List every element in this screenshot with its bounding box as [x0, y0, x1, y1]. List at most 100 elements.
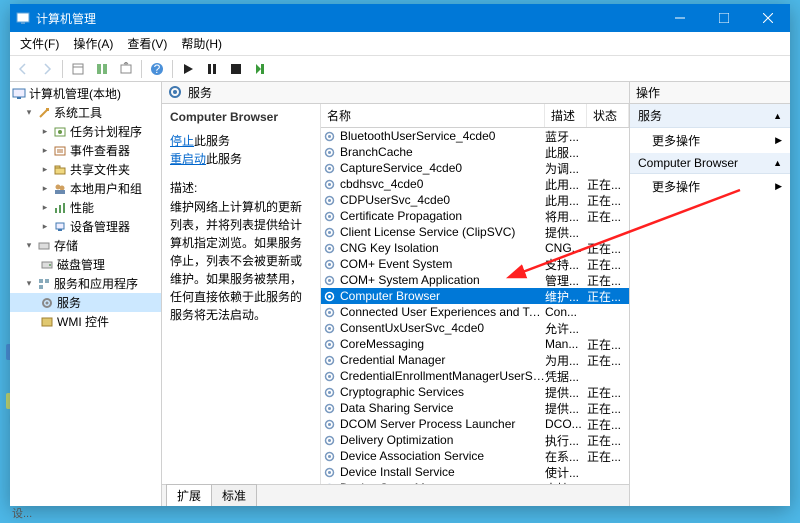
table-row[interactable]: cbdhsvc_4cde0此用...正在... — [321, 176, 629, 192]
pause-icon[interactable] — [201, 58, 223, 80]
tree-item[interactable]: ▸性能 — [10, 198, 161, 217]
item-icon — [53, 220, 67, 234]
back-button[interactable] — [12, 58, 34, 80]
tree-item[interactable]: ▸事件查看器 — [10, 141, 161, 160]
start-icon[interactable] — [177, 58, 199, 80]
minimize-button[interactable] — [658, 4, 702, 32]
expand-icon[interactable]: ▸ — [40, 203, 50, 213]
actions-more-1[interactable]: 更多操作▶ — [630, 128, 790, 153]
gear-icon — [323, 305, 337, 319]
tree-item[interactable]: ▸设备管理器 — [10, 217, 161, 236]
expand-icon[interactable]: ▸ — [40, 184, 50, 194]
menu-action[interactable]: 操作(A) — [67, 33, 119, 54]
menu-file[interactable]: 文件(F) — [14, 33, 65, 54]
col-name[interactable]: 名称 — [321, 104, 545, 127]
actions-section-selected[interactable]: Computer Browser▲ — [630, 153, 790, 174]
tree-item[interactable]: ▸任务计划程序 — [10, 122, 161, 141]
restart-icon[interactable] — [249, 58, 271, 80]
table-row[interactable]: Device Setup Manager支持... — [321, 480, 629, 484]
stop-link[interactable]: 停止 — [170, 134, 194, 148]
export-icon[interactable] — [115, 58, 137, 80]
tab-extended[interactable]: 扩展 — [166, 484, 212, 506]
gear-icon — [323, 209, 337, 223]
col-desc[interactable]: 描述 — [545, 104, 587, 127]
tree-item-wmi[interactable]: WMI 控件 — [10, 312, 161, 331]
table-row[interactable]: COM+ Event System支持...正在... — [321, 256, 629, 272]
gear-icon — [323, 449, 337, 463]
service-name: Connected User Experiences and Teleme... — [340, 305, 545, 319]
service-desc: 此用... — [545, 176, 587, 193]
table-row[interactable]: Credential Manager为用...正在... — [321, 352, 629, 368]
collapse-icon[interactable]: ▾ — [24, 279, 34, 289]
table-row[interactable]: BluetoothUserService_4cde0蓝牙... — [321, 128, 629, 144]
table-row[interactable]: BranchCache此服... — [321, 144, 629, 160]
help-icon[interactable]: ? — [146, 58, 168, 80]
collapse-icon[interactable]: ▾ — [24, 241, 34, 251]
close-button[interactable] — [746, 4, 790, 32]
table-row[interactable]: Cryptographic Services提供...正在... — [321, 384, 629, 400]
taskbar-hint: 设... — [12, 505, 32, 521]
col-status[interactable]: 状态 — [587, 104, 629, 127]
actions-section-services[interactable]: 服务▲ — [630, 104, 790, 128]
table-row[interactable]: Delivery Optimization执行...正在... — [321, 432, 629, 448]
table-row[interactable]: DCOM Server Process LauncherDCO...正在... — [321, 416, 629, 432]
gear-icon — [323, 241, 337, 255]
service-desc: 允许... — [545, 320, 587, 337]
tab-standard[interactable]: 标准 — [211, 484, 257, 506]
table-row[interactable]: CDPUserSvc_4cde0此用...正在... — [321, 192, 629, 208]
tree-system-tools[interactable]: ▾系统工具 — [10, 103, 161, 122]
triangle-icon: ▲ — [773, 158, 782, 168]
expand-icon[interactable]: ▸ — [40, 165, 50, 175]
table-row[interactable]: Certificate Propagation将用...正在... — [321, 208, 629, 224]
service-status: 正在... — [587, 432, 629, 449]
table-row[interactable]: COM+ System Application管理...正在... — [321, 272, 629, 288]
table-row[interactable]: Computer Browser维护...正在... — [321, 288, 629, 304]
table-row[interactable]: CoreMessagingMan...正在... — [321, 336, 629, 352]
table-row[interactable]: Client License Service (ClipSVC)提供... — [321, 224, 629, 240]
service-desc: 将用... — [545, 208, 587, 225]
expand-icon[interactable]: ▸ — [40, 146, 50, 156]
table-row[interactable]: Connected User Experiences and Teleme...… — [321, 304, 629, 320]
tree-pane: 计算机管理(本地) ▾系统工具 ▸任务计划程序▸事件查看器▸共享文件夹▸本地用户… — [10, 82, 162, 506]
table-row[interactable]: CaptureService_4cde0为调... — [321, 160, 629, 176]
tree-storage[interactable]: ▾存储 — [10, 236, 161, 255]
tree-item[interactable]: ▸本地用户和组 — [10, 179, 161, 198]
gear-icon — [323, 225, 337, 239]
titlebar[interactable]: 计算机管理 — [10, 4, 790, 32]
service-status: 正在... — [587, 208, 629, 225]
collapse-icon[interactable]: ▾ — [24, 108, 34, 118]
gear-icon — [323, 177, 337, 191]
maximize-button[interactable] — [702, 4, 746, 32]
expand-icon[interactable]: ▸ — [40, 222, 50, 232]
tools-icon — [37, 106, 51, 120]
restart-link[interactable]: 重启动 — [170, 152, 206, 166]
table-row[interactable]: Device Install Service使计... — [321, 464, 629, 480]
window-title: 计算机管理 — [36, 10, 658, 27]
refresh-icon[interactable] — [91, 58, 113, 80]
menu-view[interactable]: 查看(V) — [121, 33, 173, 54]
actions-more-2[interactable]: 更多操作▶ — [630, 174, 790, 199]
service-desc: 为调... — [545, 160, 587, 177]
service-name: COM+ System Application — [340, 273, 545, 287]
main-window: 计算机管理 文件(F) 操作(A) 查看(V) 帮助(H) ? — [10, 4, 790, 506]
table-row[interactable]: CNG Key IsolationCNG...正在... — [321, 240, 629, 256]
table-row[interactable]: Data Sharing Service提供...正在... — [321, 400, 629, 416]
service-name: Delivery Optimization — [340, 433, 545, 447]
expand-icon[interactable]: ▸ — [40, 127, 50, 137]
tree-item-services[interactable]: 服务 — [10, 293, 161, 312]
tree-root[interactable]: 计算机管理(本地) — [10, 84, 161, 103]
service-desc: 提供... — [545, 384, 587, 401]
table-row[interactable]: CredentialEnrollmentManagerUserSvc_4c...… — [321, 368, 629, 384]
tree-item[interactable]: 磁盘管理 — [10, 255, 161, 274]
menu-help[interactable]: 帮助(H) — [175, 33, 228, 54]
properties-icon[interactable] — [67, 58, 89, 80]
tree-item[interactable]: ▸共享文件夹 — [10, 160, 161, 179]
item-icon — [53, 163, 67, 177]
forward-button[interactable] — [36, 58, 58, 80]
table-row[interactable]: Device Association Service在系...正在... — [321, 448, 629, 464]
service-desc: 此服... — [545, 144, 587, 161]
table-row[interactable]: ConsentUxUserSvc_4cde0允许... — [321, 320, 629, 336]
tree-services-apps[interactable]: ▾服务和应用程序 — [10, 274, 161, 293]
computer-icon — [12, 87, 26, 101]
stop-icon[interactable] — [225, 58, 247, 80]
